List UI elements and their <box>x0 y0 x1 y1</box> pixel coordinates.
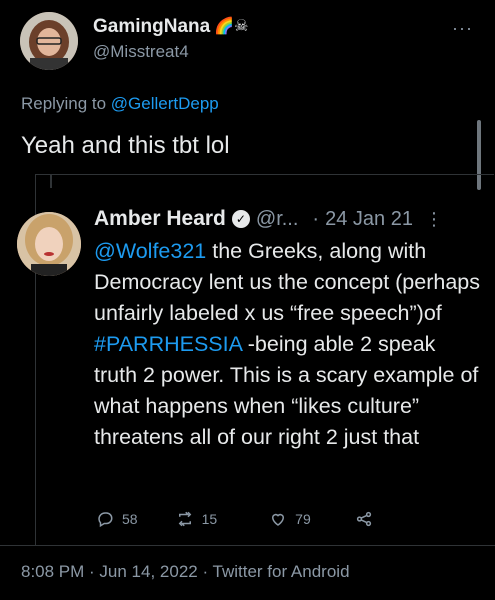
display-name[interactable]: GamingNana <box>93 16 210 38</box>
quoted-tweet-text: @Wolfe321 the Greeks, along with Democra… <box>94 236 482 453</box>
replying-to: Replying to @GellertDepp <box>21 94 219 114</box>
name-emojis: 🌈☠ <box>214 18 249 35</box>
separator-dot: · <box>312 207 320 230</box>
reply-count: 58 <box>122 511 138 527</box>
quoted-display-name[interactable]: Amber Heard <box>94 207 226 231</box>
hashtag-link[interactable]: #PARRHESSIA <box>94 332 242 356</box>
reply-icon <box>98 512 113 528</box>
more-options-icon[interactable]: ··· <box>452 18 473 39</box>
handle[interactable]: @Misstreat4 <box>93 42 189 62</box>
reply-button[interactable]: 58 <box>96 510 138 528</box>
quoted-avatar[interactable] <box>17 212 81 276</box>
heart-icon <box>272 513 285 526</box>
avatar[interactable] <box>20 12 78 70</box>
quoted-handle[interactable]: @r... <box>256 208 299 231</box>
quoted-tweet-header: Amber Heard ✓ @r... · 24 Jan 21 ⋮ <box>94 207 443 231</box>
retweet-button[interactable]: 15 <box>176 510 218 528</box>
thread-line <box>50 174 52 188</box>
tweet-text: Yeah and this tbt lol <box>21 132 230 159</box>
share-button[interactable] <box>355 510 373 528</box>
divider <box>0 545 495 546</box>
quoted-more-icon[interactable]: ⋮ <box>425 209 443 230</box>
retweet-count: 15 <box>201 511 218 527</box>
tweet-timestamp[interactable]: 8:08 PM · Jun 14, 2022 · Twitter for And… <box>21 562 350 582</box>
share-icon <box>356 511 371 527</box>
retweet-icon <box>178 511 191 527</box>
quoted-date[interactable]: 24 Jan 21 <box>325 208 413 231</box>
like-count: 79 <box>295 511 311 527</box>
action-bar: 58 15 79 <box>96 510 373 528</box>
mention-link[interactable]: @Wolfe321 <box>94 239 206 263</box>
replying-prefix: Replying to <box>21 94 107 113</box>
verified-badge-icon: ✓ <box>231 210 250 228</box>
like-button[interactable]: 79 <box>269 510 311 528</box>
replying-to-link[interactable]: @GellertDepp <box>111 94 219 113</box>
